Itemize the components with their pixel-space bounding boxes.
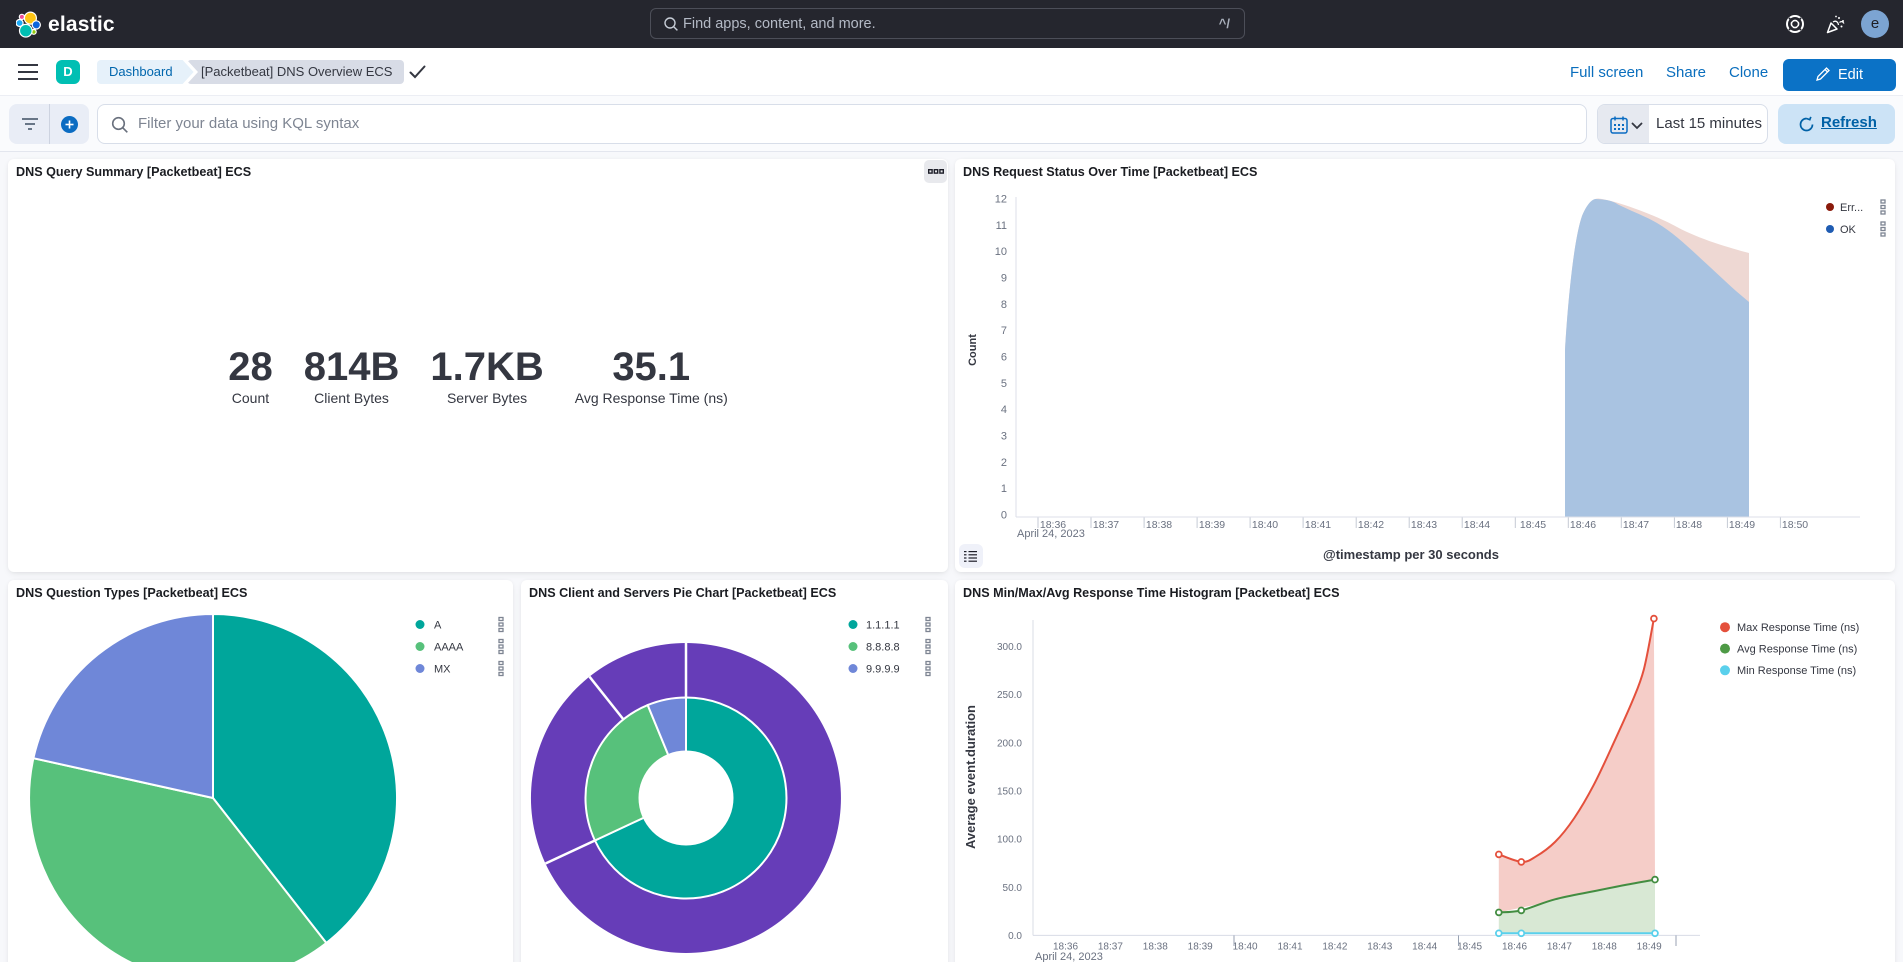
svg-text:5: 5 [1001,378,1007,390]
svg-text:18:50: 18:50 [1782,519,1808,531]
svg-text:@timestamp per 30 seconds: @timestamp per 30 seconds [1323,547,1499,562]
svg-text:18:38: 18:38 [1143,942,1168,953]
svg-text:100.0: 100.0 [997,835,1022,846]
svg-text:18:46: 18:46 [1502,942,1527,953]
svg-text:150.0: 150.0 [997,787,1022,798]
svg-text:3: 3 [1001,431,1007,443]
svg-text:8.8.8.8: 8.8.8.8 [866,642,900,654]
svg-text:12: 12 [995,194,1007,206]
svg-text:7: 7 [1001,325,1007,337]
svg-text:1.1.1.1: 1.1.1.1 [866,620,900,632]
svg-text:300.0: 300.0 [997,642,1022,653]
svg-text:18:48: 18:48 [1592,942,1617,953]
svg-text:18:45: 18:45 [1457,942,1482,953]
svg-text:10: 10 [995,246,1007,258]
svg-text:18:40: 18:40 [1233,942,1258,953]
svg-text:1: 1 [1001,483,1007,495]
svg-text:AAAA: AAAA [434,642,464,654]
svg-text:18:47: 18:47 [1547,942,1572,953]
svg-text:0.0: 0.0 [1008,931,1022,942]
svg-text:18:48: 18:48 [1676,519,1702,531]
svg-text:18:41: 18:41 [1277,942,1302,953]
svg-text:250.0: 250.0 [997,690,1022,701]
svg-text:18:49: 18:49 [1729,519,1755,531]
svg-text:April 24, 2023: April 24, 2023 [1035,951,1103,962]
svg-text:8: 8 [1001,299,1007,311]
svg-text:18:47: 18:47 [1623,519,1649,531]
svg-text:18:46: 18:46 [1570,519,1596,531]
svg-text:50.0: 50.0 [1003,883,1023,894]
svg-text:18:38: 18:38 [1146,519,1172,531]
svg-text:200.0: 200.0 [997,738,1022,749]
svg-text:18:49: 18:49 [1637,942,1662,953]
svg-text:18:39: 18:39 [1188,942,1213,953]
svg-text:18:43: 18:43 [1367,942,1392,953]
svg-text:0: 0 [1001,510,1007,522]
svg-text:18:42: 18:42 [1358,519,1384,531]
svg-text:18:42: 18:42 [1322,942,1347,953]
svg-text:18:44: 18:44 [1464,519,1490,531]
svg-text:2: 2 [1001,457,1007,469]
svg-text:April 24, 2023: April 24, 2023 [1017,528,1085,540]
svg-text:11: 11 [996,220,1007,232]
svg-text:18:45: 18:45 [1520,519,1546,531]
svg-text:Max Response Time (ns): Max Response Time (ns) [1737,622,1859,634]
svg-text:18:39: 18:39 [1199,519,1225,531]
svg-text:MX: MX [434,664,451,676]
svg-text:Count: Count [967,334,979,366]
svg-text:9.9.9.9: 9.9.9.9 [866,664,900,676]
svg-text:9: 9 [1001,273,1007,285]
svg-text:Average event.duration: Average event.duration [963,705,978,849]
svg-text:6: 6 [1001,352,1007,364]
svg-text:18:37: 18:37 [1093,519,1119,531]
svg-text:4: 4 [1001,404,1007,416]
svg-text:18:44: 18:44 [1412,942,1437,953]
svg-text:A: A [434,620,442,632]
svg-text:Avg Response Time (ns): Avg Response Time (ns) [1737,644,1857,656]
svg-text:OK: OK [1840,224,1857,236]
svg-text:Min Response Time (ns): Min Response Time (ns) [1737,665,1856,677]
svg-text:18:41: 18:41 [1305,519,1331,531]
svg-text:Err...: Err... [1840,202,1863,214]
svg-text:18:43: 18:43 [1411,519,1437,531]
svg-text:18:40: 18:40 [1252,519,1278,531]
